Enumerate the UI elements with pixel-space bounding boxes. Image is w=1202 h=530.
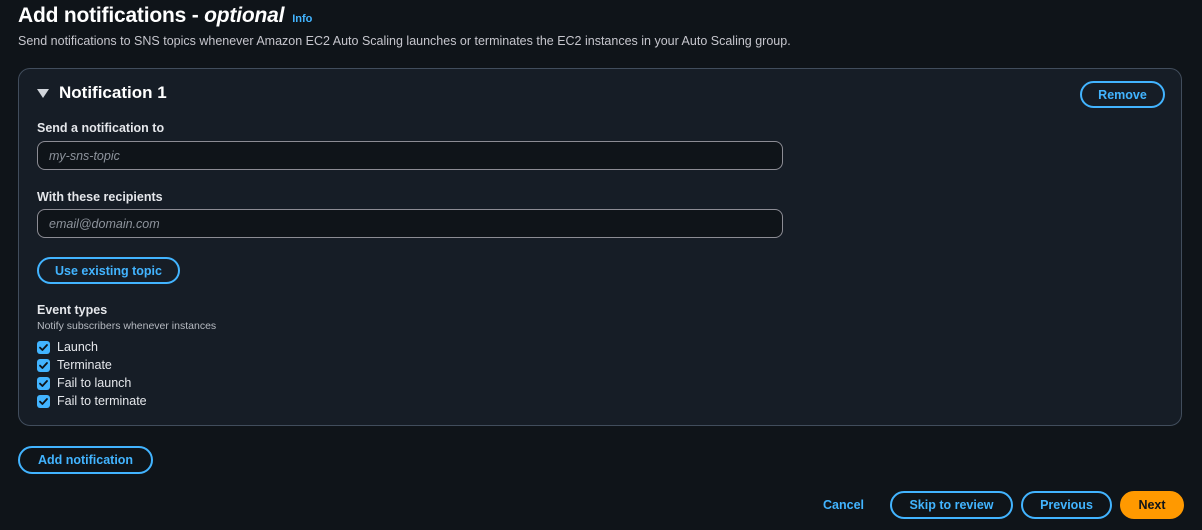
event-type-label: Fail to launch [57, 376, 132, 390]
sns-topic-input[interactable] [37, 141, 783, 170]
checkmark-icon [39, 379, 48, 387]
event-types-list: Launch Terminate Fail to launch Fail to … [37, 338, 147, 410]
page-title-optional: optional [204, 4, 285, 27]
remove-button[interactable]: Remove [1080, 81, 1165, 108]
checkmark-icon [39, 397, 48, 405]
event-types-description: Notify subscribers whenever instances [37, 320, 217, 332]
skip-to-review-button[interactable]: Skip to review [890, 491, 1013, 519]
event-type-launch[interactable]: Launch [37, 338, 147, 356]
recipients-input[interactable] [37, 209, 783, 238]
caret-down-icon [37, 89, 49, 98]
checkbox-checked-icon[interactable] [37, 358, 50, 372]
add-notification-button[interactable]: Add notification [18, 446, 153, 474]
cancel-button[interactable]: Cancel [805, 491, 882, 519]
event-type-label: Terminate [57, 358, 112, 372]
event-type-fail-to-launch[interactable]: Fail to launch [37, 374, 147, 392]
event-type-fail-to-terminate[interactable]: Fail to terminate [37, 392, 147, 410]
event-types-label: Event types [37, 303, 108, 317]
checkbox-checked-icon[interactable] [37, 394, 50, 408]
recipients-label: With these recipients [37, 190, 163, 204]
notification-expander[interactable]: Notification 1 [37, 83, 167, 103]
checkbox-checked-icon[interactable] [37, 340, 50, 354]
previous-button[interactable]: Previous [1021, 491, 1112, 519]
page-title-main: Add notifications - [18, 4, 205, 27]
event-type-label: Launch [57, 340, 99, 354]
use-existing-topic-button[interactable]: Use existing topic [37, 257, 180, 284]
next-button[interactable]: Next [1120, 491, 1184, 519]
info-link[interactable]: Info [292, 13, 312, 25]
event-type-terminate[interactable]: Terminate [37, 356, 147, 374]
checkmark-icon [39, 343, 48, 351]
page-title: Add notifications - optional [18, 4, 284, 28]
title-row: Add notifications - optional Info [18, 4, 1184, 28]
notification-panel: Notification 1 Remove Send a notificatio… [18, 68, 1182, 426]
event-type-label: Fail to terminate [57, 394, 147, 408]
checkbox-checked-icon[interactable] [37, 376, 50, 390]
wizard-footer: Cancel Skip to review Previous Next [805, 491, 1184, 519]
page-description: Send notifications to SNS topics wheneve… [18, 34, 791, 48]
checkmark-icon [39, 361, 48, 369]
page-header: Add notifications - optional Info Send n… [18, 4, 1184, 48]
notification-title: Notification 1 [59, 83, 167, 102]
send-to-label: Send a notification to [37, 121, 165, 135]
